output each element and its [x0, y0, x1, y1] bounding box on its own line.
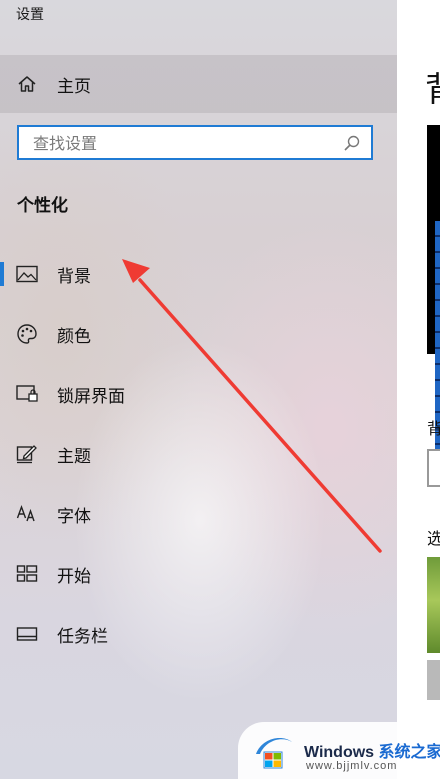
watermark-brand-en: Windows — [304, 744, 375, 761]
sidebar-item-label: 锁屏界面 — [57, 387, 125, 407]
choose-picture-label: 选 — [427, 529, 440, 548]
watermark-brand: Windows 系统之家 — [304, 738, 440, 762]
watermark: Windows 系统之家 www.bjjmlv.com — [238, 722, 440, 779]
font-icon — [16, 503, 38, 525]
sidebar-item-label: 背景 — [57, 267, 91, 287]
title-bar: 设置 — [0, 0, 397, 52]
watermark-url: www.bjjmlv.com — [306, 760, 398, 772]
section-title: 个性化 — [17, 196, 68, 216]
sidebar-item-themes[interactable]: 主题 — [0, 428, 397, 480]
sidebar-item-label: 颜色 — [57, 327, 91, 347]
home-label: 主页 — [57, 77, 91, 97]
sidebar-item-fonts[interactable]: 字体 — [0, 488, 397, 540]
sidebar-item-label: 字体 — [57, 507, 91, 527]
picture-thumbnail[interactable] — [427, 660, 440, 700]
sidebar-item-lock-screen[interactable]: 锁屏界面 — [0, 368, 397, 420]
background-setting-label: 背 — [427, 419, 440, 438]
picture-icon — [16, 263, 38, 285]
search-icon[interactable] — [343, 134, 361, 152]
picture-thumbnail[interactable] — [427, 557, 440, 653]
home-icon — [16, 73, 38, 95]
lock-screen-icon — [16, 383, 38, 405]
windows-logo-icon — [256, 738, 292, 769]
start-tiles-icon — [16, 563, 38, 585]
theme-pen-icon — [16, 443, 38, 465]
app-title: 设置 — [16, 7, 44, 23]
sidebar-item-background[interactable]: 背景 — [0, 248, 397, 300]
background-type-dropdown[interactable] — [427, 449, 440, 487]
watermark-brand-cn: 系统之家 — [378, 744, 440, 761]
sidebar-item-label: 开始 — [57, 567, 91, 587]
sidebar-item-colors[interactable]: 颜色 — [0, 308, 397, 360]
taskbar-icon — [16, 623, 38, 645]
background-preview — [427, 125, 440, 451]
page-title: 背 — [425, 62, 440, 111]
palette-icon — [16, 323, 38, 345]
search-box[interactable] — [17, 125, 373, 160]
search-input[interactable] — [33, 133, 333, 153]
sidebar-item-label: 主题 — [57, 447, 91, 467]
sidebar-item-label: 任务栏 — [57, 627, 108, 647]
content-panel: 背 背 选 — [397, 0, 440, 779]
sidebar-item-taskbar[interactable]: 任务栏 — [0, 608, 397, 660]
sidebar: 设置 主页 个性化 背景 颜色 锁屏界面 主题 — [0, 0, 397, 779]
home-nav-item[interactable]: 主页 — [0, 55, 397, 113]
sidebar-item-start[interactable]: 开始 — [0, 548, 397, 600]
